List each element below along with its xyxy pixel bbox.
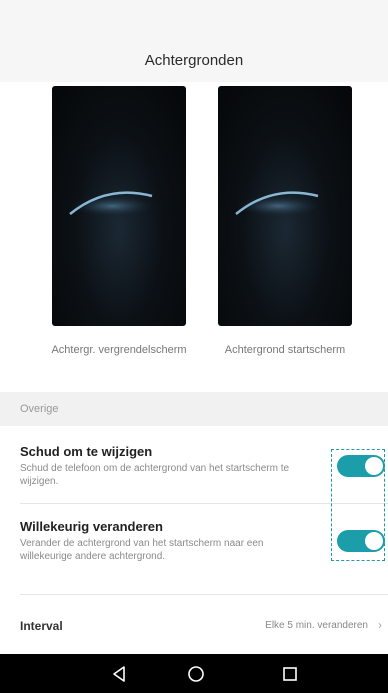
chevron-right-icon: › — [378, 618, 382, 632]
section-header: Overige — [0, 392, 388, 426]
toggle-knob — [365, 532, 383, 550]
lockscreen-wallpaper-label: Achtergr. vergrendelscherm — [51, 344, 187, 356]
homescreen-wallpaper-label: Achtergrond startscherm — [224, 344, 346, 356]
interval-value: Elke 5 min. veranderen — [265, 620, 368, 631]
section-title: Overige — [20, 403, 59, 415]
wallpaper-arc-graphic — [235, 191, 320, 216]
recents-icon[interactable] — [280, 664, 300, 684]
random-change-toggle[interactable] — [337, 530, 385, 552]
interval-label: Interval — [20, 619, 63, 633]
lockscreen-wallpaper-thumbnail[interactable] — [52, 86, 186, 326]
setting-description: Schud de telefoon om de achtergrond van … — [20, 463, 290, 487]
homescreen-wallpaper-thumbnail[interactable] — [218, 86, 352, 326]
header: Achtergronden — [0, 0, 388, 82]
setting-title: Schud om te wijzigen — [20, 444, 153, 459]
navigation-bar — [0, 654, 388, 693]
back-icon[interactable] — [109, 664, 129, 684]
divider — [20, 594, 388, 595]
page-title: Achtergronden — [144, 52, 244, 69]
setting-description: Verander de achtergrond van het startsch… — [20, 538, 264, 562]
shake-to-change-toggle[interactable] — [337, 455, 385, 477]
setting-title: Willekeurig veranderen — [20, 519, 163, 534]
wallpaper-arc-graphic — [69, 191, 154, 216]
toggle-knob — [365, 457, 383, 475]
home-icon[interactable] — [186, 664, 206, 684]
